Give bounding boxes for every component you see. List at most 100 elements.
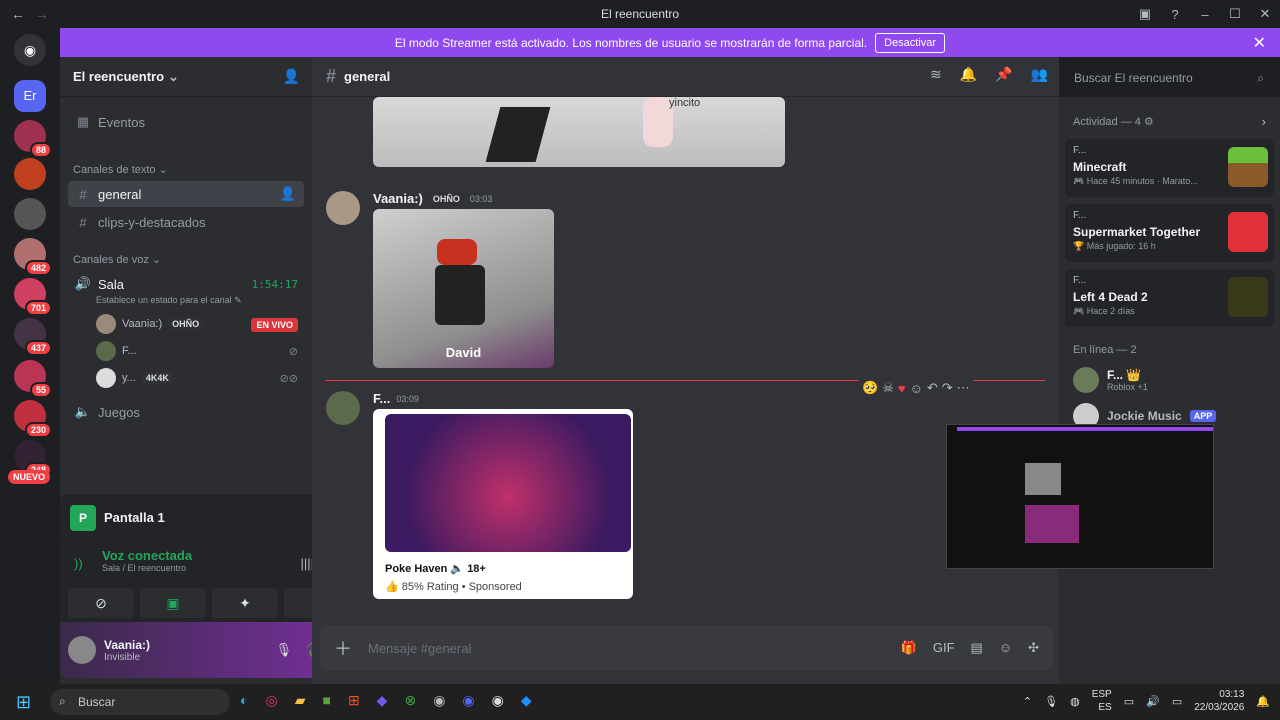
server-icon[interactable]: 701 — [14, 278, 52, 316]
server-icon[interactable]: 88 — [14, 120, 52, 158]
store-icon[interactable]: ⊞ — [348, 692, 360, 709]
taskbar-search[interactable]: ⌕ Buscar — [50, 689, 230, 715]
sticker-icon[interactable]: ▤ — [971, 640, 983, 656]
activities-button[interactable]: ✦ — [212, 588, 278, 618]
wifi-icon[interactable]: ▭ — [1124, 695, 1134, 708]
steam-icon[interactable]: ◉ — [492, 692, 504, 709]
minecraft-icon[interactable]: ■ — [322, 692, 330, 709]
ad-card[interactable]: Poke Haven 🔈 18+ 👍 85% Rating • Sponsore… — [373, 409, 633, 599]
member-list-icon[interactable]: 👥 — [1031, 66, 1048, 83]
close-window-icon[interactable]: ✕ — [1250, 6, 1280, 22]
invite-icon[interactable]: 👤 — [280, 186, 296, 202]
chevron-right-icon[interactable]: › — [1262, 114, 1266, 129]
activity-card[interactable]: F... Supermarket Together 🏆 Más jugado: … — [1065, 204, 1274, 262]
gift-icon[interactable]: 🎁 — [901, 640, 917, 656]
microphone-icon[interactable]: 🎙 — [276, 642, 293, 658]
windows-start-icon[interactable]: ⊞ — [16, 692, 31, 713]
server-header[interactable]: El reencuentro ⌄ 👤 — [60, 57, 312, 97]
chevron-up-icon[interactable]: ⌃ — [1023, 695, 1032, 708]
avatar[interactable] — [68, 636, 96, 664]
activity-card[interactable]: F... Left 4 Dead 2 🎮 Hace 2 días — [1065, 269, 1274, 327]
copilot-icon[interactable]: ◆ — [377, 692, 388, 709]
avatar[interactable] — [326, 391, 360, 425]
file-explorer-icon[interactable]: ▰ — [295, 692, 306, 709]
voice-user[interactable]: y... 4K4K — [96, 367, 173, 389]
activity-card[interactable]: F... Minecraft 🎮 Hace 45 minutos · Marat… — [1065, 139, 1274, 197]
channel-item-general[interactable]: # general 👤 — [68, 181, 304, 207]
gif-icon[interactable]: GIF — [933, 640, 955, 656]
voice-user[interactable]: F... — [96, 340, 137, 362]
plus-icon[interactable]: ＋ — [334, 635, 352, 661]
voice-channel-juegos[interactable]: 🔈 Juegos — [68, 399, 304, 425]
discord-home-icon[interactable]: ◉ — [14, 34, 46, 66]
header-tools: ≋ 🔔 📌 👥 — [930, 66, 1048, 83]
voice-status-text[interactable]: Establece un estado para el canal ✎ — [96, 295, 242, 306]
apps-icon[interactable]: ✣ — [1028, 640, 1039, 656]
microphone-icon[interactable]: 🎙 — [1044, 695, 1058, 708]
emoji-icon[interactable]: ☺ — [999, 640, 1012, 656]
message-author[interactable]: F... — [373, 391, 390, 406]
server-icon[interactable] — [14, 198, 46, 230]
close-icon[interactable]: ✕ — [1253, 33, 1266, 53]
network-icon[interactable]: ◍ — [1070, 695, 1080, 708]
hash-icon: # — [79, 214, 87, 230]
instagram-icon[interactable]: ◎ — [265, 692, 277, 709]
discord-icon[interactable]: ◉ — [462, 692, 474, 709]
volume-icon[interactable]: 🔊 — [1146, 695, 1160, 708]
add-member-icon[interactable]: 👤 — [283, 68, 300, 85]
app-icon[interactable]: ◉ — [433, 692, 445, 709]
maximize-icon[interactable]: ☐ — [1220, 6, 1250, 22]
events-item[interactable]: ▦ Eventos — [68, 109, 304, 135]
more-icon[interactable]: ⋯ — [957, 380, 970, 396]
screenshot-preview[interactable] — [946, 424, 1214, 569]
member-item[interactable]: F... 👑 Roblox +1 — [1073, 367, 1148, 393]
disable-streamer-button[interactable]: Desactivar — [875, 32, 946, 53]
voice-channel-sala[interactable]: 🔊 Sala 1:54:17 — [68, 271, 304, 297]
xbox-icon[interactable]: ⊗ — [404, 692, 416, 709]
signal-icon: )) — [74, 556, 83, 571]
reaction-skull-icon[interactable]: ☠ — [882, 380, 894, 396]
notification-bell-icon[interactable]: 🔔 — [1256, 695, 1270, 708]
user-tag: OHÑO — [168, 318, 204, 330]
server-icon[interactable]: 482 — [14, 238, 52, 276]
mention-badge: 701 — [24, 300, 52, 316]
server-icon[interactable] — [14, 158, 46, 190]
minimize-icon[interactable]: – — [1190, 7, 1220, 22]
threads-icon[interactable]: ≋ — [930, 66, 942, 83]
edge-icon[interactable]: ◐ — [240, 692, 248, 709]
voice-actions: ⊘ ▣ ✦ ♫ — [68, 588, 350, 618]
text-channels-category[interactable]: Canales de texto ⌄ — [73, 163, 168, 176]
avatar[interactable] — [326, 191, 360, 225]
notification-bell-icon[interactable]: 🔔 — [960, 66, 977, 83]
roblox-icon[interactable]: ◆ — [521, 692, 532, 709]
message-author[interactable]: Vaania:) — [373, 191, 423, 206]
search-input[interactable]: Buscar El reencuentro ⌕ — [1066, 66, 1272, 90]
channel-item-clips[interactable]: # clips-y-destacados — [68, 209, 304, 235]
window-title: El reencuentro — [0, 7, 1280, 21]
reaction-heart-icon[interactable]: ♥ — [898, 381, 906, 396]
reply-icon[interactable]: ↶ — [927, 380, 938, 396]
server-icon[interactable]: 437 — [14, 318, 52, 356]
camera-off-button[interactable]: ⊘ — [68, 588, 134, 618]
pin-icon[interactable]: 📌 — [995, 66, 1012, 83]
forward-icon[interactable]: ↷ — [942, 380, 953, 396]
message-input[interactable]: Mensaje #general — [368, 641, 471, 656]
help-icon[interactable]: ? — [1160, 7, 1190, 22]
language-indicator[interactable]: ESP ES — [1092, 688, 1112, 714]
server-icon[interactable]: 55 — [14, 360, 52, 398]
voice-user[interactable]: Vaania:) OHÑO — [96, 313, 204, 335]
screen-share-button[interactable]: ▣ — [140, 588, 206, 618]
message-composer[interactable]: ＋ Mensaje #general 🎁 GIF ▤ ☺ ✣ — [320, 625, 1053, 671]
reaction-pleading-icon[interactable]: 🥺 — [862, 380, 878, 396]
inbox-icon[interactable]: ▣ — [1130, 6, 1160, 22]
ad-meta-text: 85% Rating • Sponsored — [401, 581, 522, 593]
server-icon-el-reencuentro[interactable]: Er — [14, 80, 46, 112]
attachment-image[interactable]: yincito — [373, 97, 785, 167]
battery-icon[interactable]: ▭ — [1172, 695, 1182, 708]
attachment-image[interactable]: David — [373, 209, 554, 368]
server-icon[interactable]: 248 — [14, 440, 52, 478]
add-reaction-icon[interactable]: ☺ — [910, 381, 923, 396]
voice-channels-category[interactable]: Canales de voz ⌄ — [73, 253, 161, 266]
server-icon[interactable]: 230 — [14, 400, 52, 438]
clock[interactable]: 03:13 22/03/2026 — [1194, 688, 1244, 714]
